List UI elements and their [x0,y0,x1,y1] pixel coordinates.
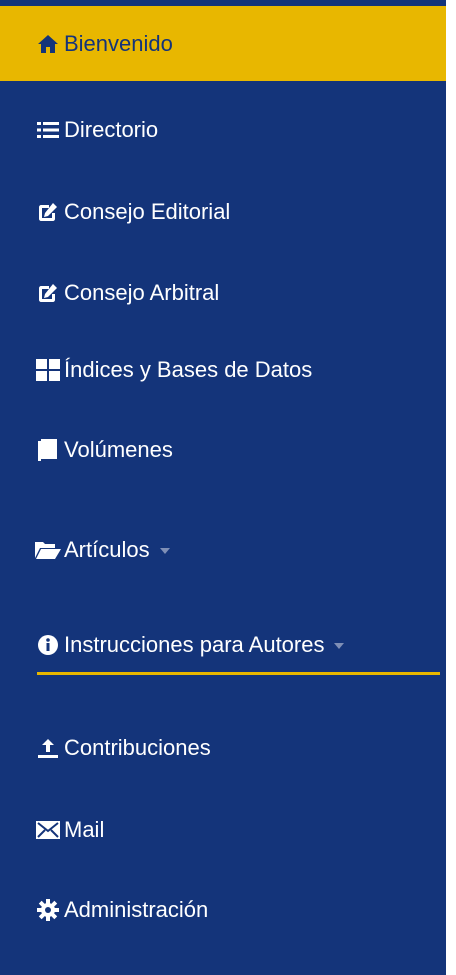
chevron-down-icon [159,548,170,554]
nav-item-label: Artículos [64,537,150,562]
nav-item-label: Mail [64,817,105,842]
edit-icon [35,199,61,225]
nav-item-label: Instrucciones para Autores [64,632,325,657]
gear-icon [35,897,61,923]
nav-item-consejo-editorial[interactable]: Consejo Editorial [0,182,446,242]
upload-icon [35,735,61,761]
nav-item-label: Consejo Editorial [64,199,231,224]
nav-item-label: Directorio [64,117,159,142]
list-icon [35,117,61,143]
chevron-down-icon [334,643,345,649]
sidebar-nav: Bienvenido Directorio Consejo Editorial [0,0,446,975]
nav-item-administracion[interactable]: Administración [0,880,446,940]
nav-item-directorio[interactable]: Directorio [0,100,446,160]
nav-item-articulos[interactable]: Artículos [0,520,446,580]
nav-item-indices-bases-datos[interactable]: Índices y Bases de Datos [0,340,446,400]
page-edge [446,0,456,975]
info-icon [35,632,61,658]
home-icon [35,31,61,57]
nav-item-mail[interactable]: Mail [0,800,446,860]
mail-icon [35,817,61,843]
nav-item-contribuciones[interactable]: Contribuciones [0,718,446,778]
edit-icon [35,280,61,306]
nav-item-label: Administración [64,897,209,922]
nav-item-label: Bienvenido [64,30,173,56]
nav-item-label: Consejo Arbitral [64,280,220,305]
active-hover-underline [37,672,440,675]
nav-item-consejo-arbitral[interactable]: Consejo Arbitral [0,263,446,323]
folder-open-icon [35,537,61,563]
nav-item-volumenes[interactable]: Volúmenes [0,420,446,480]
book-icon [35,437,61,463]
nav-item-label: Índices y Bases de Datos [64,357,313,382]
nav-item-instrucciones-autores[interactable]: Instrucciones para Autores [0,620,446,670]
nav-item-label: Volúmenes [64,437,173,462]
nav-item-bienvenido[interactable]: Bienvenido [0,6,446,81]
nav-item-label: Contribuciones [64,735,211,760]
grid-icon [35,357,61,383]
